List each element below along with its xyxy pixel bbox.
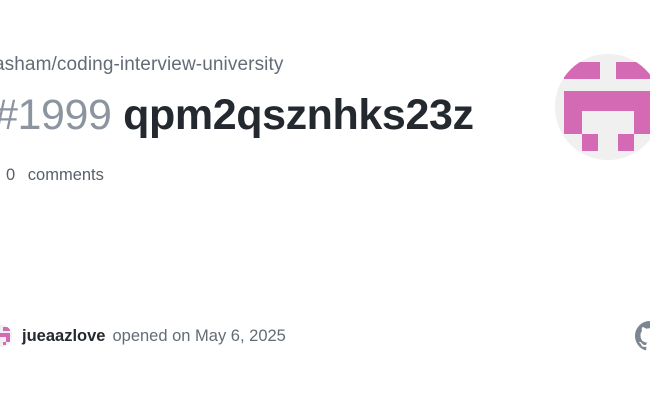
issue-name: qpm2qsznhks23z [123, 91, 474, 139]
opened-date-text: opened on May 6, 2025 [112, 326, 286, 345]
author-identicon-icon [0, 325, 12, 347]
issue-preview-card: asham/coding-interview-university #1999 … [0, 0, 650, 400]
github-mark-icon [635, 321, 650, 351]
author-avatar[interactable] [0, 325, 12, 347]
identicon-avatar-image [555, 54, 650, 160]
issue-number: #1999 [0, 91, 112, 139]
issue-title: #1999 qpm2qsznhks23z [0, 88, 474, 142]
author-username[interactable]: jueaazlove [22, 327, 105, 346]
comment-count-value: 0 [6, 166, 16, 184]
comment-count-label: comments [27, 166, 104, 184]
identicon-avatar [555, 54, 650, 160]
comment-count: 0 comments [6, 166, 104, 185]
issue-author-row: jueaazlove opened on May 6, 2025 [0, 322, 286, 350]
repo-path[interactable]: asham/coding-interview-university [0, 54, 283, 76]
